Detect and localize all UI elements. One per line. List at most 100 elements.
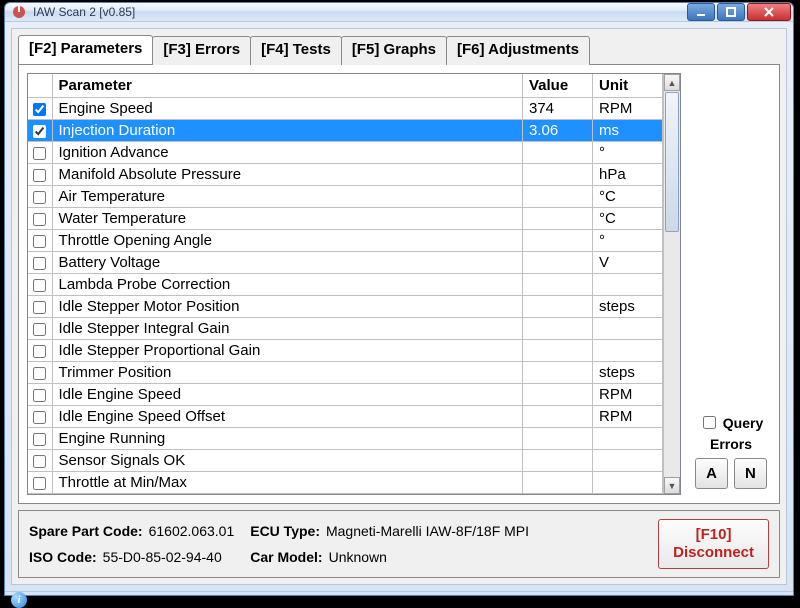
row-value <box>523 318 593 340</box>
table-row[interactable]: Throttle Opening Angle° <box>28 230 663 252</box>
table-row[interactable]: Battery VoltageV <box>28 252 663 274</box>
maximize-button[interactable] <box>717 3 745 21</box>
row-param: Ignition Advance <box>52 142 523 164</box>
row-checkbox[interactable] <box>33 125 46 138</box>
row-param: Lambda Probe Correction <box>52 274 523 296</box>
row-checkbox[interactable] <box>33 103 46 116</box>
table-row[interactable]: Water Temperature°C <box>28 208 663 230</box>
row-unit: hPa <box>593 164 663 186</box>
row-checkbox[interactable] <box>33 345 46 358</box>
row-checkbox-cell <box>28 384 52 406</box>
scroll-up-arrow-icon[interactable]: ▲ <box>664 74 680 91</box>
car-model-label: Car Model: <box>250 549 322 565</box>
spare-part-value: 61602.063.01 <box>149 523 235 539</box>
tab--f5-graphs[interactable]: [F5] Graphs <box>341 36 447 65</box>
disconnect-button[interactable]: [F10] Disconnect <box>658 519 769 569</box>
row-checkbox[interactable] <box>33 213 46 226</box>
row-checkbox-cell <box>28 428 52 450</box>
table-row[interactable]: Trimmer Positionsteps <box>28 362 663 384</box>
row-param: Idle Stepper Motor Position <box>52 296 523 318</box>
row-unit <box>593 450 663 472</box>
a-button[interactable]: A <box>695 458 728 489</box>
query-errors-label-line1: Query <box>723 415 763 431</box>
side-controls: Query Errors A N <box>691 73 771 495</box>
row-checkbox-cell <box>28 164 52 186</box>
info-icon[interactable]: i <box>11 592 27 608</box>
table-row[interactable]: Engine Running <box>28 428 663 450</box>
row-value <box>523 472 593 494</box>
row-checkbox-cell <box>28 98 52 120</box>
minimize-button[interactable] <box>687 3 715 21</box>
row-checkbox[interactable] <box>33 235 46 248</box>
col-value[interactable]: Value <box>523 74 593 98</box>
col-parameter[interactable]: Parameter <box>52 74 523 98</box>
row-checkbox[interactable] <box>33 433 46 446</box>
table-row[interactable]: Idle Stepper Integral Gain <box>28 318 663 340</box>
table-row[interactable]: Idle Engine SpeedRPM <box>28 384 663 406</box>
row-unit: steps <box>593 296 663 318</box>
window-title: IAW Scan 2 [v0.85] <box>33 5 687 19</box>
row-param: Idle Engine Speed Offset <box>52 406 523 428</box>
close-button[interactable] <box>747 3 791 21</box>
iso-code-value: 55-D0-85-02-94-40 <box>103 549 222 565</box>
row-checkbox-cell <box>28 406 52 428</box>
row-unit: ° <box>593 142 663 164</box>
row-checkbox[interactable] <box>33 323 46 336</box>
col-checkbox[interactable] <box>28 74 52 98</box>
titlebar[interactable]: IAW Scan 2 [v0.85] <box>5 3 793 22</box>
row-value <box>523 164 593 186</box>
table-row[interactable]: Air Temperature°C <box>28 186 663 208</box>
row-checkbox[interactable] <box>33 257 46 270</box>
row-value <box>523 406 593 428</box>
row-unit: °C <box>593 208 663 230</box>
table-row[interactable]: Injection Duration3.06ms <box>28 120 663 142</box>
row-checkbox[interactable] <box>33 301 46 314</box>
table-row[interactable]: Idle Stepper Proportional Gain <box>28 340 663 362</box>
vertical-scrollbar[interactable]: ▲ ▼ <box>663 74 680 494</box>
query-errors-label-line2: Errors <box>710 436 752 452</box>
car-model-value: Unknown <box>329 549 387 565</box>
row-unit <box>593 340 663 362</box>
scroll-thumb[interactable] <box>665 92 679 232</box>
row-checkbox[interactable] <box>33 367 46 380</box>
row-checkbox[interactable] <box>33 389 46 402</box>
tab--f6-adjustments[interactable]: [F6] Adjustments <box>446 36 590 65</box>
table-row[interactable]: Idle Stepper Motor Position steps <box>28 296 663 318</box>
tab--f2-parameters[interactable]: [F2] Parameters <box>18 35 153 64</box>
client-area: [F2] Parameters[F3] Errors[F4] Tests[F5]… <box>11 28 787 585</box>
row-checkbox-cell <box>28 274 52 296</box>
row-checkbox[interactable] <box>33 455 46 468</box>
row-checkbox[interactable] <box>33 191 46 204</box>
row-checkbox[interactable] <box>33 279 46 292</box>
row-unit: ° <box>593 230 663 252</box>
row-checkbox[interactable] <box>33 411 46 424</box>
tab--f3-errors[interactable]: [F3] Errors <box>152 36 251 65</box>
row-unit <box>593 274 663 296</box>
scroll-down-arrow-icon[interactable]: ▼ <box>664 477 680 494</box>
col-unit[interactable]: Unit <box>593 74 663 98</box>
table-row[interactable]: Engine Speed374RPM <box>28 98 663 120</box>
row-checkbox-cell <box>28 186 52 208</box>
app-icon <box>11 4 27 20</box>
tab-bar: [F2] Parameters[F3] Errors[F4] Tests[F5]… <box>12 29 786 64</box>
ecu-type-value: Magneti-Marelli IAW-8F/18F MPI <box>326 523 529 539</box>
table-row[interactable]: Throttle at Min/Max <box>28 472 663 494</box>
row-checkbox-cell <box>28 340 52 362</box>
row-value <box>523 208 593 230</box>
row-param: Idle Stepper Integral Gain <box>52 318 523 340</box>
table-row[interactable]: Ignition Advance ° <box>28 142 663 164</box>
query-errors-checkbox[interactable] <box>703 416 716 429</box>
tab--f4-tests[interactable]: [F4] Tests <box>250 36 342 65</box>
table-row[interactable]: Manifold Absolute PressurehPa <box>28 164 663 186</box>
row-unit <box>593 318 663 340</box>
row-checkbox[interactable] <box>33 147 46 160</box>
row-checkbox[interactable] <box>33 477 46 490</box>
row-value <box>523 274 593 296</box>
ecu-type-label: ECU Type: <box>250 523 320 539</box>
row-value <box>523 428 593 450</box>
row-checkbox[interactable] <box>33 169 46 182</box>
table-row[interactable]: Lambda Probe Correction <box>28 274 663 296</box>
table-row[interactable]: Sensor Signals OK <box>28 450 663 472</box>
n-button[interactable]: N <box>734 458 767 489</box>
table-row[interactable]: Idle Engine Speed OffsetRPM <box>28 406 663 428</box>
